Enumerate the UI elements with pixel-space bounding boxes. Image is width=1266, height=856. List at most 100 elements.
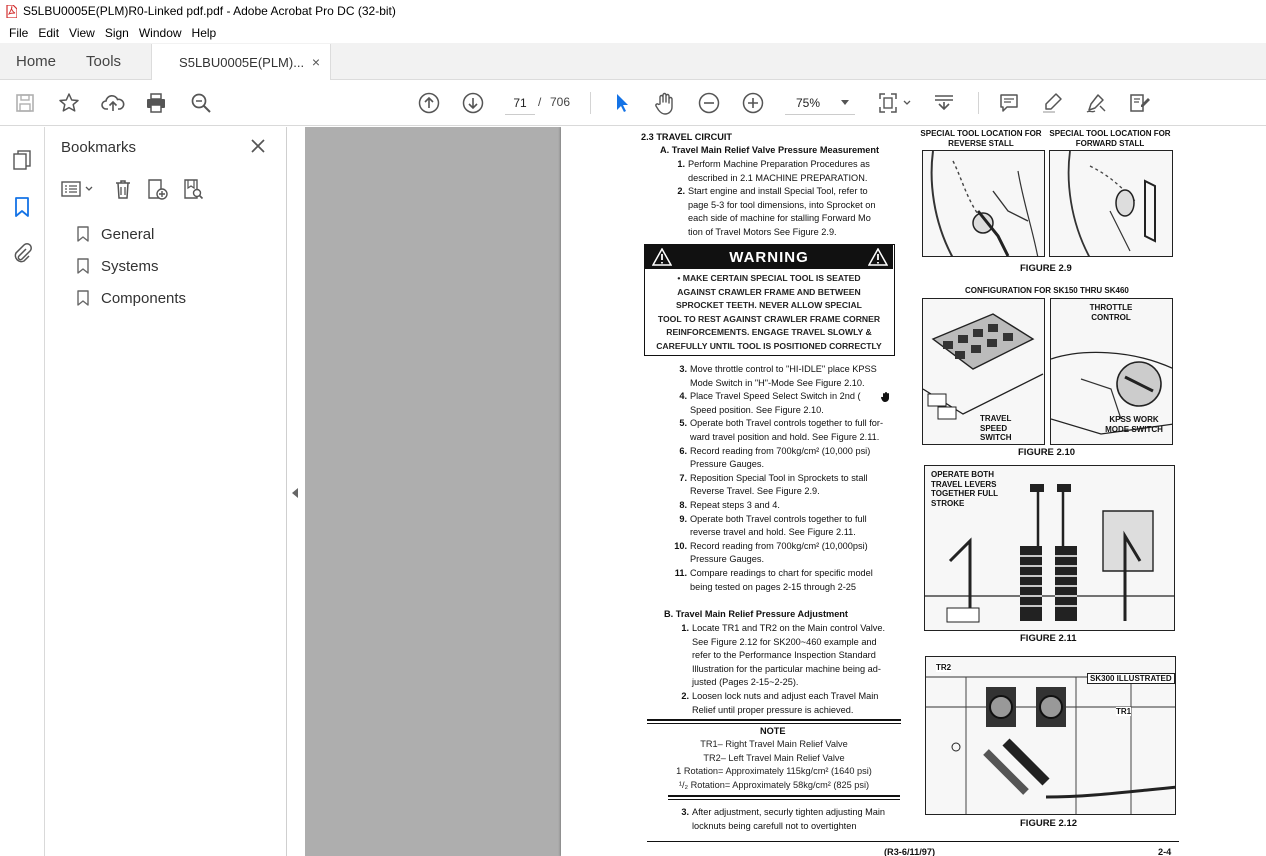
menu-bar: File Edit View Sign Window Help (0, 22, 1266, 43)
warning-line: CAREFULLY UNTIL TOOL IS POSITIONED CORRE… (656, 340, 882, 351)
bookmark-label: General (101, 225, 155, 243)
figure-forward-stall-image (1049, 150, 1173, 257)
bookmark-item-components[interactable]: Components (77, 288, 186, 308)
zoom-level-value: 75% (796, 95, 821, 110)
toolbar-divider (978, 92, 979, 114)
warning-triangle-icon (868, 248, 888, 266)
step-text: being tested on pages 2-15 through 2-25 (690, 581, 857, 592)
footer-page-number: 2-4 (1158, 847, 1172, 856)
upload-cloud-icon[interactable] (101, 91, 125, 115)
bookmark-item-general[interactable]: General (77, 224, 154, 244)
edit-pdf-icon[interactable] (1128, 91, 1152, 115)
print-icon[interactable] (144, 91, 168, 115)
zoom-in-icon[interactable] (741, 91, 765, 115)
bookmarks-title: Bookmarks (61, 139, 137, 156)
page-total: 706 (550, 95, 571, 109)
part-a-title: A. Travel Main Relief Valve Pressure Mea… (660, 145, 880, 155)
hand-tool-icon[interactable] (653, 91, 677, 115)
step-text: Record reading from 700kg/cm² (10,000 ps… (690, 445, 871, 456)
hand-cursor-icon (880, 392, 889, 402)
note-line: ¹/₂ Rotation= Approximately 58kg/cm² (82… (678, 779, 870, 790)
tab-close-icon[interactable]: × (312, 54, 320, 70)
menu-help[interactable]: Help (187, 26, 222, 40)
star-icon[interactable] (57, 91, 81, 115)
label-throttle-control: THROTTLE CONTROL (1089, 303, 1133, 322)
bookmark-label: Systems (101, 257, 159, 275)
step-text: Repeat steps 3 and 4. (690, 500, 780, 510)
sign-pen-icon[interactable] (1084, 91, 1108, 115)
zoom-level-select[interactable]: 75% (785, 91, 855, 115)
tab-bar: Home Tools S5LBU0005E(PLM)... × (0, 43, 1266, 80)
pdf-page: 2.3 TRAVEL CIRCUIT A. Travel Main Relief… (561, 127, 1266, 856)
menu-view[interactable]: View (64, 26, 100, 40)
bookmarks-panel: Bookmarks General Systems Components (45, 127, 287, 856)
scroll-mode-icon[interactable] (932, 91, 956, 115)
caption-configuration: CONFIGURATION FOR SK150 THRU SK460 (965, 286, 1129, 295)
previous-page-icon[interactable] (417, 91, 441, 115)
highlight-pen-icon[interactable] (1040, 91, 1064, 115)
step-text: Reposition Special Tool in Sprockets to … (690, 472, 868, 483)
tab-tools[interactable]: Tools (70, 43, 135, 79)
label-tr1: TR1 (1116, 707, 1132, 716)
step-number: 1. (677, 159, 685, 169)
bookmark-item-systems[interactable]: Systems (77, 256, 159, 276)
fit-page-icon[interactable] (876, 91, 912, 115)
step-text: Speed position. See Figure 2.10. (690, 404, 824, 415)
warning-header: WARNING (645, 245, 893, 269)
bookmark-options-icon[interactable] (61, 177, 95, 201)
bookmark-icon (77, 258, 89, 274)
collapse-arrow-icon[interactable] (292, 488, 298, 498)
title-bar: S5LBU0005E(PLM)R0-Linked pdf.pdf - Adobe… (0, 0, 1266, 22)
step-text: described in 2.1 MACHINE PREPARATION. (688, 172, 868, 183)
navigation-rail (0, 127, 45, 856)
document-view[interactable]: 2.3 TRAVEL CIRCUIT A. Travel Main Relief… (305, 127, 1266, 856)
menu-sign[interactable]: Sign (100, 26, 134, 40)
comment-icon[interactable] (997, 91, 1021, 115)
save-icon[interactable] (13, 91, 37, 115)
bookmarks-toolbar (61, 177, 271, 201)
label-travel-speed-switch: TRAVEL SPEED SWITCH (980, 414, 1012, 442)
select-cursor-icon[interactable] (609, 91, 633, 115)
step-text: locknuts being carefull not to overtight… (692, 820, 857, 831)
step-number: 3. (679, 364, 687, 374)
step-text: Move throttle control to "HI-IDLE" place… (690, 364, 877, 374)
step-text: ward travel position and hold. See Figur… (690, 432, 880, 442)
warning-triangle-icon (652, 248, 672, 266)
section-title: 2.3 TRAVEL CIRCUIT (641, 132, 733, 142)
new-bookmark-icon[interactable] (145, 177, 169, 201)
note-rule-bottom (668, 795, 900, 797)
page-number-input[interactable]: 71 (505, 91, 535, 115)
step-text: each side of machine for stalling Forwar… (688, 213, 871, 224)
toolbar-divider (590, 92, 591, 114)
tab-document[interactable]: S5LBU0005E(PLM)... × (151, 44, 332, 80)
warning-line: • MAKE CERTAIN SPECIAL TOOL IS SEATED (677, 273, 861, 283)
label-tr2: TR2 (936, 663, 952, 672)
step-number: 11. (674, 568, 687, 578)
tab-home[interactable]: Home (0, 43, 70, 79)
figure-reverse-stall-image (922, 150, 1045, 257)
note-line: TR2– Left Travel Main Relief Valve (703, 752, 845, 763)
zoom-out-icon[interactable] (697, 91, 721, 115)
part-b-title: B. Travel Main Relief Pressure Adjustmen… (664, 609, 848, 619)
step-number: 7. (679, 472, 687, 483)
step-text: Start engine and install Special Tool, r… (688, 186, 868, 197)
step-text: reverse travel and hold. See Figure 2.11… (690, 527, 856, 538)
step-text: tion of Travel Motors See Figure 2.9. (688, 227, 837, 237)
next-page-icon[interactable] (461, 91, 485, 115)
menu-edit[interactable]: Edit (33, 26, 64, 40)
step-number: 2. (677, 186, 685, 197)
panel-splitter[interactable] (287, 127, 305, 856)
search-zoom-icon[interactable] (189, 91, 213, 115)
attachment-icon[interactable] (10, 241, 34, 265)
menu-window[interactable]: Window (134, 26, 187, 40)
note-line: 1 Rotation= Approximately 115kg/cm² (164… (676, 766, 872, 777)
bookmark-icon (77, 226, 89, 242)
close-icon[interactable] (249, 137, 267, 155)
find-bookmark-icon[interactable] (181, 177, 205, 201)
page-thumbnails-icon[interactable] (10, 148, 34, 172)
menu-file[interactable]: File (4, 26, 33, 40)
delete-bookmark-icon[interactable] (111, 177, 135, 201)
bookmark-panel-icon[interactable] (10, 195, 34, 219)
label-operate-both-levers: OPERATE BOTH TRAVEL LEVERS TOGETHER FULL… (931, 470, 998, 508)
step-text: page 5-3 for tool dimensions, into Sproc… (688, 199, 876, 210)
